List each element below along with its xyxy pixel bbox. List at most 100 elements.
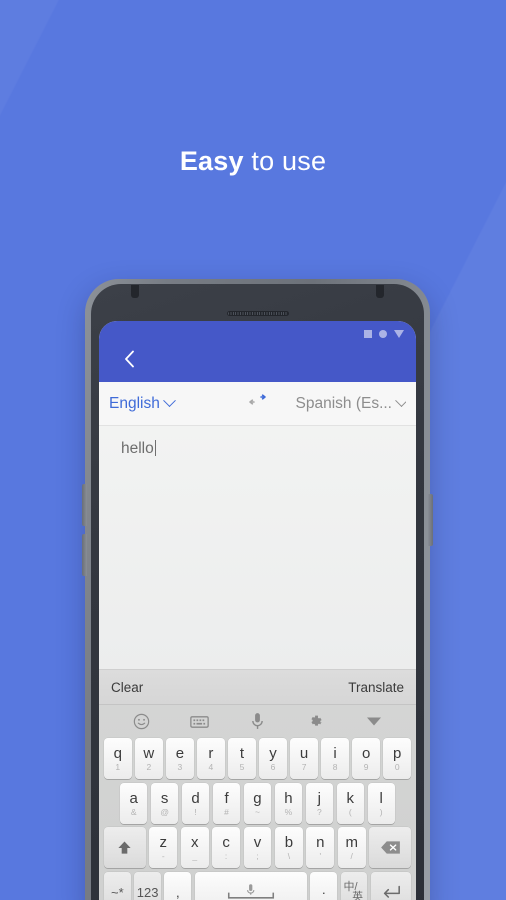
key-sublabel: &	[130, 806, 137, 817]
clear-button[interactable]: Clear	[111, 680, 143, 695]
key-label: k	[346, 789, 355, 807]
key-g[interactable]: g ~	[243, 782, 272, 824]
page-title-strong: Easy	[179, 146, 244, 176]
key-sublabel: '	[319, 851, 322, 861]
shift-key[interactable]	[104, 827, 146, 868]
key-label: e	[175, 745, 185, 762]
key-j[interactable]: j?	[305, 782, 334, 824]
key-x[interactable]: x _	[180, 827, 209, 868]
chevron-down-icon	[395, 394, 406, 408]
key-w[interactable]: w2	[135, 738, 163, 779]
key-r[interactable]: r4	[197, 738, 225, 779]
key-a[interactable]: a &	[120, 782, 148, 824]
chevron-down-icon	[162, 394, 176, 408]
settings-gear-icon[interactable]	[303, 711, 329, 733]
period-key[interactable]: ·	[310, 871, 338, 900]
key-label: z	[159, 834, 168, 851]
key-label: u	[299, 745, 309, 762]
key-sublabel: 0	[394, 762, 400, 772]
key-h[interactable]: h%	[274, 782, 303, 824]
numbers-key[interactable]: 123	[134, 871, 161, 900]
key-label: a	[129, 789, 138, 807]
key-sublabel: :	[224, 851, 228, 861]
chevron-left-icon	[124, 350, 135, 368]
shift-icon	[117, 840, 132, 856]
target-language-dropdown[interactable]: Spanish (Es...	[275, 394, 406, 413]
translate-button[interactable]: Translate	[348, 680, 404, 695]
key-label: ·	[321, 884, 326, 900]
key-v[interactable]: v;	[243, 827, 272, 868]
key-e[interactable]: e3	[166, 738, 194, 779]
key-label: p	[393, 745, 402, 762]
volume-up-button[interactable]	[82, 484, 87, 526]
power-button[interactable]	[428, 494, 433, 546]
key-sublabel: 3	[177, 762, 183, 772]
key-p[interactable]: p0	[383, 738, 411, 779]
key-sublabel: _	[192, 851, 198, 861]
key-label: f	[224, 789, 229, 807]
key-s[interactable]: s @	[150, 782, 179, 824]
key-o[interactable]: o9	[352, 738, 380, 779]
key-n[interactable]: n '	[306, 827, 335, 868]
action-button-row: Clear Translate	[99, 669, 416, 705]
key-sublabel: %	[284, 806, 293, 817]
key-y[interactable]: y6	[259, 738, 287, 779]
key-d[interactable]: d!	[181, 782, 210, 824]
key-sublabel: 5	[239, 762, 245, 772]
keyboard-row-2: a & s @ d! f # g ~ h% j? k( l)	[102, 782, 413, 828]
circle-icon	[379, 330, 387, 338]
key-l[interactable]: l)	[367, 782, 395, 824]
key-z[interactable]: z-	[149, 827, 178, 868]
key-label: ~*	[111, 884, 124, 900]
source-language-label: English	[109, 394, 160, 412]
phone-mockup: English Spanish (Es... hello Clear Trans…	[82, 279, 433, 900]
comma-key[interactable]: ,	[164, 871, 192, 900]
backspace-key[interactable]	[369, 827, 412, 868]
keyboard-row-1: q1 w2 e3 r4 t5 y6 u7 i8 o9 p0	[102, 738, 413, 783]
key-sublabel: )	[379, 806, 383, 817]
key-m[interactable]: m /	[337, 827, 366, 868]
key-b[interactable]: b \	[274, 827, 303, 868]
key-i[interactable]: i8	[321, 738, 349, 779]
language-toggle-icon: 中/英	[343, 880, 364, 900]
key-label: t	[239, 745, 245, 762]
back-button[interactable]	[119, 349, 139, 369]
language-selector-bar: English Spanish (Es...	[99, 382, 416, 426]
language-toggle-key[interactable]: 中/英	[340, 871, 368, 900]
enter-key[interactable]	[370, 871, 412, 900]
key-label: r	[208, 745, 214, 762]
space-key[interactable]	[194, 871, 307, 900]
key-t[interactable]: t5	[228, 738, 256, 779]
key-q[interactable]: q1	[104, 738, 132, 779]
key-sublabel: !	[194, 806, 197, 817]
microphone-icon[interactable]	[244, 711, 270, 733]
translate-input-area[interactable]: hello	[99, 426, 416, 669]
key-sublabel: ?	[316, 806, 322, 817]
app-header	[99, 321, 416, 382]
earpiece-speaker-grille	[226, 311, 289, 316]
key-k[interactable]: k(	[336, 782, 364, 824]
page-title-rest: to use	[243, 146, 327, 176]
volume-down-button[interactable]	[82, 534, 87, 576]
emoji-icon[interactable]	[128, 711, 154, 733]
symbols-key[interactable]: ~*	[104, 871, 131, 900]
chevron-down-icon[interactable]	[361, 711, 387, 733]
key-sublabel: 6	[270, 762, 276, 772]
key-u[interactable]: u7	[290, 738, 318, 779]
key-label: w	[143, 745, 155, 762]
key-label: s	[160, 789, 169, 807]
keyboard-icon[interactable]	[186, 711, 212, 733]
key-label: c	[222, 834, 230, 851]
key-f[interactable]: f #	[212, 782, 241, 824]
triangle-down-icon	[394, 330, 404, 338]
source-language-dropdown[interactable]: English	[109, 394, 241, 413]
key-c[interactable]: c:	[212, 827, 241, 868]
swap-languages-button[interactable]	[241, 392, 275, 416]
key-label: d	[191, 789, 200, 807]
key-label: ,	[176, 884, 180, 900]
key-label: m	[345, 834, 358, 851]
backspace-icon	[380, 840, 401, 855]
enter-icon	[381, 884, 401, 900]
key-sublabel: -	[161, 851, 165, 861]
on-screen-keyboard: q1 w2 e3 r4 t5 y6 u7 i8 o9 p0 a & s @ d! f…	[99, 705, 416, 900]
